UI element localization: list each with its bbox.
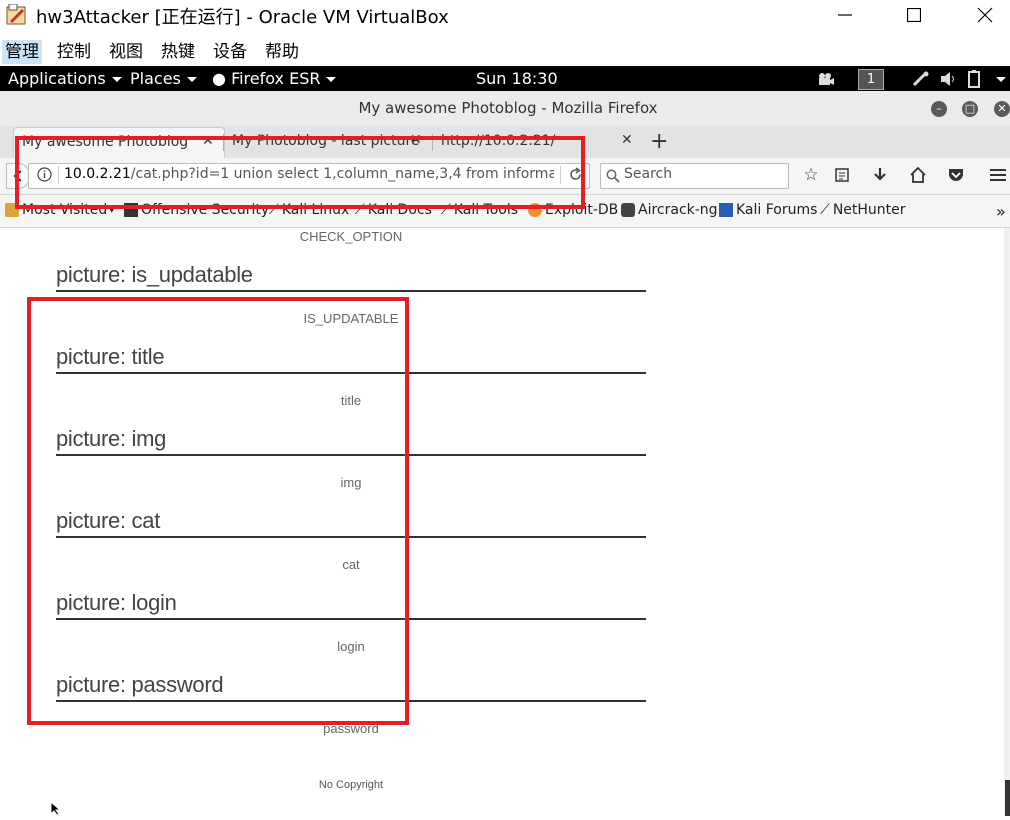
vbox-menu-hotkeys[interactable]: 热键 [158, 40, 198, 64]
firefox-app-label: Firefox ESR [231, 69, 321, 88]
vbox-menubar [0, 37, 1010, 66]
system-menu-button[interactable] [990, 66, 1006, 91]
applications-menu[interactable]: Applications [8, 66, 122, 91]
home-icon[interactable] [906, 164, 930, 186]
close-icon [977, 7, 993, 23]
video-camera-icon[interactable] [817, 66, 835, 91]
places-label: Places [130, 69, 181, 88]
mouse-cursor-icon [50, 800, 62, 820]
nethunter-icon: ⟋ [820, 202, 830, 218]
vbox-menu-help[interactable]: 帮助 [262, 40, 302, 64]
search-icon [606, 168, 620, 187]
maximize-icon [907, 8, 921, 22]
vbox-menu-view[interactable]: 视图 [106, 40, 146, 64]
tab-close-icon[interactable]: ✕ [621, 132, 633, 148]
new-tab-button[interactable]: + [650, 129, 668, 154]
bookmarks-overflow-button[interactable]: » [996, 202, 1006, 221]
search-placeholder: Search [624, 166, 673, 182]
network-icon[interactable] [912, 66, 930, 91]
workspace-indicator[interactable]: 1 [858, 69, 884, 90]
chevron-down-icon [111, 77, 122, 82]
vertical-scrollbar[interactable] [1004, 228, 1010, 816]
ff-close-button[interactable]: ✕ [994, 101, 1010, 117]
vbox-window-title: hw3Attacker [正在运行] - Oracle VM VirtualBo… [36, 7, 449, 28]
minimize-icon [838, 14, 852, 16]
ff-maximize-button[interactable]: □ [962, 101, 978, 117]
scrollbar-thumb[interactable] [1005, 780, 1010, 816]
aircrack-icon [621, 203, 635, 217]
maximize-icon: □ [964, 102, 976, 115]
bookmark-label: Kali Forums [736, 202, 818, 218]
virtualbox-app-icon [6, 3, 28, 26]
picture-heading[interactable]: picture: is_updatable [56, 262, 646, 292]
battery-icon[interactable] [966, 66, 982, 91]
reading-list-icon[interactable] [830, 164, 854, 186]
highlight-box-results [27, 297, 409, 725]
firefox-app-menu[interactable]: ● Firefox ESR [212, 66, 337, 91]
kali-forums-icon [719, 203, 733, 217]
vbox-menu-manage[interactable]: 管理 [2, 40, 42, 64]
places-menu[interactable]: Places [130, 66, 197, 91]
chevron-down-icon [186, 77, 197, 82]
close-icon: ✕ [997, 102, 1007, 115]
pocket-icon[interactable] [944, 164, 968, 186]
column-caption: CHECK_OPTION [299, 229, 403, 244]
hamburger-menu-icon[interactable] [986, 164, 1010, 186]
download-icon[interactable] [868, 164, 892, 186]
bookmark-nethunter[interactable]: ⟋ NetHunter [820, 202, 906, 218]
bookmark-kali-forums[interactable]: Kali Forums [719, 202, 817, 218]
bookmark-star-icon[interactable]: ☆ [799, 164, 823, 186]
page-footer: No Copyright [318, 779, 384, 791]
volume-icon[interactable] [940, 66, 958, 91]
bookmark-label: NetHunter [832, 202, 906, 218]
bookmark-label: Aircrack-ng [638, 202, 718, 218]
firefox-window-title: My awesome Photoblog - Mozilla Firefox [358, 99, 658, 117]
minimize-icon: – [936, 102, 942, 115]
vbox-menu-control[interactable]: 控制 [54, 40, 94, 64]
applications-label: Applications [8, 69, 106, 88]
ff-minimize-button[interactable]: – [931, 101, 947, 117]
chevron-down-icon [326, 77, 337, 82]
chevron-down-icon [996, 77, 1006, 82]
close-button[interactable] [962, 0, 1008, 30]
panel-clock[interactable]: Sun 18:30 [476, 66, 558, 91]
highlight-box-url [15, 136, 585, 209]
bookmark-aircrack-ng[interactable]: Aircrack-ng [621, 202, 718, 218]
firefox-small-icon: ● [212, 69, 226, 88]
vbox-menu-devices[interactable]: 设备 [210, 40, 250, 64]
plus-icon: + [650, 129, 669, 154]
minimize-button[interactable] [822, 0, 868, 30]
maximize-button[interactable] [891, 0, 937, 30]
